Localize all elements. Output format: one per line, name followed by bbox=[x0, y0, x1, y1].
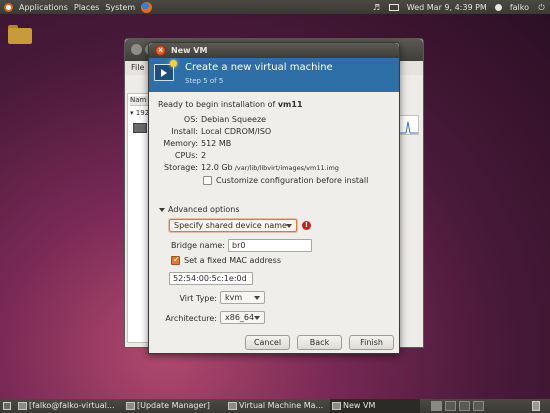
vmm-icon bbox=[228, 402, 237, 410]
show-desktop-icon[interactable] bbox=[3, 402, 11, 410]
ready-text: Ready to begin installation of vm11 bbox=[158, 100, 303, 109]
finish-button[interactable]: Finish bbox=[349, 335, 394, 350]
wizard-title: Create a new virtual machine bbox=[185, 62, 333, 73]
dialog-titlebar: × New VM bbox=[149, 43, 399, 58]
warning-icon: ! bbox=[302, 221, 311, 230]
power-icon[interactable]: ⏻ bbox=[537, 3, 546, 12]
virt-type-combo[interactable]: kvm bbox=[220, 291, 265, 304]
wizard-header: Create a new virtual machine Step 5 of 5 bbox=[149, 58, 399, 92]
dialog-title: New VM bbox=[171, 46, 208, 55]
cancel-button[interactable]: Cancel bbox=[245, 335, 290, 350]
cpus-label: CPUs: bbox=[174, 151, 198, 160]
close-icon[interactable]: × bbox=[155, 45, 166, 56]
task-label: [Update Manager] bbox=[137, 401, 210, 410]
ready-prefix: Ready to begin installation of bbox=[158, 100, 278, 109]
menu-file[interactable]: File bbox=[131, 63, 144, 72]
customize-label[interactable]: Customize configuration before install bbox=[216, 176, 368, 185]
firefox-icon[interactable] bbox=[141, 1, 153, 13]
task-label: [falko@falko-virtual... bbox=[29, 401, 115, 410]
new-vm-monitor-icon bbox=[154, 60, 177, 81]
fixed-mac-checkbox[interactable] bbox=[171, 255, 180, 265]
task-label: Virtual Machine Ma... bbox=[239, 401, 324, 410]
architecture-combo[interactable]: x86_64 bbox=[220, 311, 265, 324]
user-icon bbox=[494, 3, 502, 11]
new-vm-dialog: × New VM Create a new virtual machine St… bbox=[148, 42, 400, 354]
cpus-value: 2 bbox=[201, 151, 207, 160]
advanced-options-expander[interactable]: Advanced options bbox=[168, 205, 240, 214]
install-label: Install: bbox=[171, 127, 198, 136]
storage-size: 12.0 Gb bbox=[201, 163, 233, 172]
trash-icon[interactable] bbox=[532, 401, 540, 411]
terminal-icon bbox=[18, 402, 27, 410]
chevron-down-icon bbox=[286, 224, 292, 228]
back-button[interactable]: Back bbox=[297, 335, 342, 350]
panel-clock[interactable]: Wed Mar 9, 4:39 PM bbox=[407, 3, 487, 12]
fixed-mac-label[interactable]: Set a fixed MAC address bbox=[184, 256, 281, 265]
cpu-usage-graph bbox=[397, 115, 419, 135]
network-source-combo[interactable]: Specify shared device name bbox=[169, 219, 297, 232]
task-terminal[interactable]: [falko@falko-virtual... bbox=[16, 399, 121, 413]
bridge-name-label: Bridge name: bbox=[170, 241, 225, 250]
storage-path: /var/lib/libvirt/images/vm11.img bbox=[232, 164, 339, 172]
chevron-down-icon bbox=[254, 296, 260, 300]
mac-address-input[interactable]: 52:54:00:5c:1e:0d bbox=[169, 272, 253, 285]
customize-checkbox[interactable] bbox=[203, 176, 212, 185]
panel-user-name[interactable]: falko bbox=[510, 3, 529, 12]
virt-type-value: kvm bbox=[225, 293, 243, 302]
wizard-step: Step 5 of 5 bbox=[185, 77, 224, 85]
chevron-down-icon bbox=[254, 316, 260, 320]
task-label: New VM bbox=[343, 401, 376, 410]
menu-places[interactable]: Places bbox=[71, 3, 102, 12]
bottom-taskbar: [falko@falko-virtual... [Update Manager]… bbox=[0, 399, 550, 413]
architecture-label: Architecture: bbox=[165, 314, 217, 323]
menu-system[interactable]: System bbox=[102, 3, 138, 12]
workspace-2[interactable] bbox=[445, 401, 456, 411]
top-panel: Applications Places System ♬ Wed Mar 9, … bbox=[0, 0, 550, 14]
desktop-folder-icon[interactable] bbox=[8, 24, 32, 44]
close-icon[interactable] bbox=[131, 44, 142, 55]
expander-arrow-icon[interactable] bbox=[159, 208, 165, 212]
os-label: OS: bbox=[183, 115, 198, 124]
architecture-value: x86_64 bbox=[225, 313, 255, 322]
network-source-value: Specify shared device name bbox=[174, 221, 287, 230]
vm-name: vm11 bbox=[277, 100, 303, 109]
volume-icon[interactable]: ♬ bbox=[372, 3, 381, 12]
workspace-4[interactable] bbox=[473, 401, 484, 411]
workspace-3[interactable] bbox=[459, 401, 470, 411]
memory-label: Memory: bbox=[163, 139, 198, 148]
task-new-vm[interactable]: New VM bbox=[330, 399, 420, 413]
menu-applications[interactable]: Applications bbox=[16, 3, 71, 12]
ubuntu-logo-icon bbox=[4, 2, 13, 12]
storage-label: Storage: bbox=[164, 163, 198, 172]
storage-value: 12.0 Gb /var/lib/libvirt/images/vm11.img bbox=[201, 163, 339, 172]
os-value: Debian Squeeze bbox=[201, 115, 267, 124]
panel-indicators: ♬ Wed Mar 9, 4:39 PM falko ⏻ bbox=[372, 0, 546, 14]
task-update-manager[interactable]: [Update Manager] bbox=[124, 399, 216, 413]
bridge-name-input[interactable]: br0 bbox=[228, 239, 312, 252]
update-manager-icon bbox=[126, 402, 135, 410]
memory-value: 512 MB bbox=[201, 139, 232, 148]
vm-monitor-icon bbox=[133, 123, 147, 133]
virt-type-label: Virt Type: bbox=[179, 294, 217, 303]
new-vm-icon bbox=[332, 402, 341, 410]
workspace-1[interactable] bbox=[431, 401, 442, 411]
mail-icon[interactable] bbox=[388, 3, 399, 11]
install-value: Local CDROM/ISO bbox=[201, 127, 272, 136]
task-virtual-machine-manager[interactable]: Virtual Machine Ma... bbox=[226, 399, 327, 413]
